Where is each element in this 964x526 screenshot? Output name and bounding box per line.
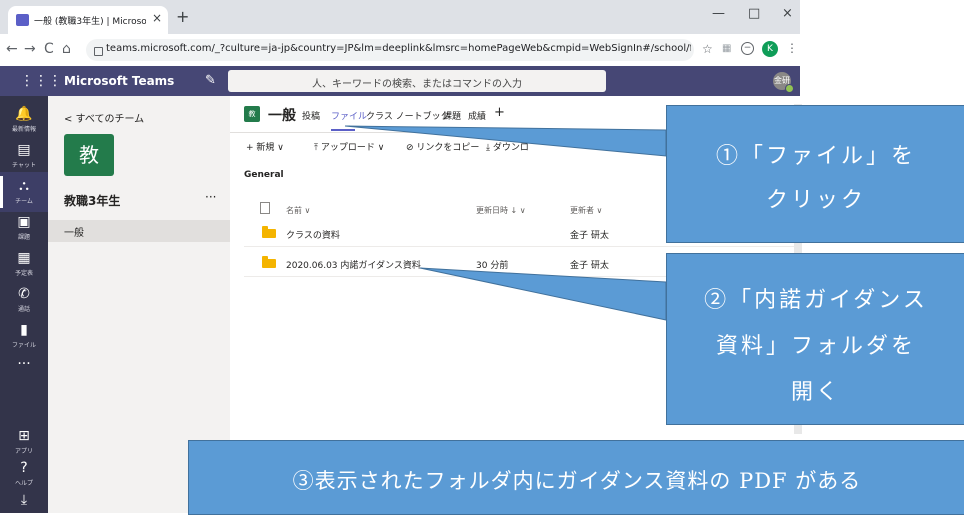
callout-step-2: ②「内諾ガイダンス 資料」フォルダを 開く [666, 253, 964, 425]
callout-step-3: ③表示されたフォルダ内にガイダンス資料の PDF がある [188, 440, 964, 515]
callout-text: ①「ファイル」を [715, 144, 916, 169]
callout-text: 開く [790, 380, 841, 405]
callout-text: 資料」フォルダを [715, 334, 916, 359]
callout-1-pointer [344, 125, 667, 157]
callout-text: ②「内諾ガイダンス [704, 288, 928, 313]
callout-2-pointer [419, 267, 667, 321]
callout-text: ③表示されたフォルダ内にガイダンス資料の PDF がある [292, 469, 862, 493]
callout-step-1: ①「ファイル」を クリック [666, 105, 964, 243]
callout-text: クリック [765, 188, 866, 213]
